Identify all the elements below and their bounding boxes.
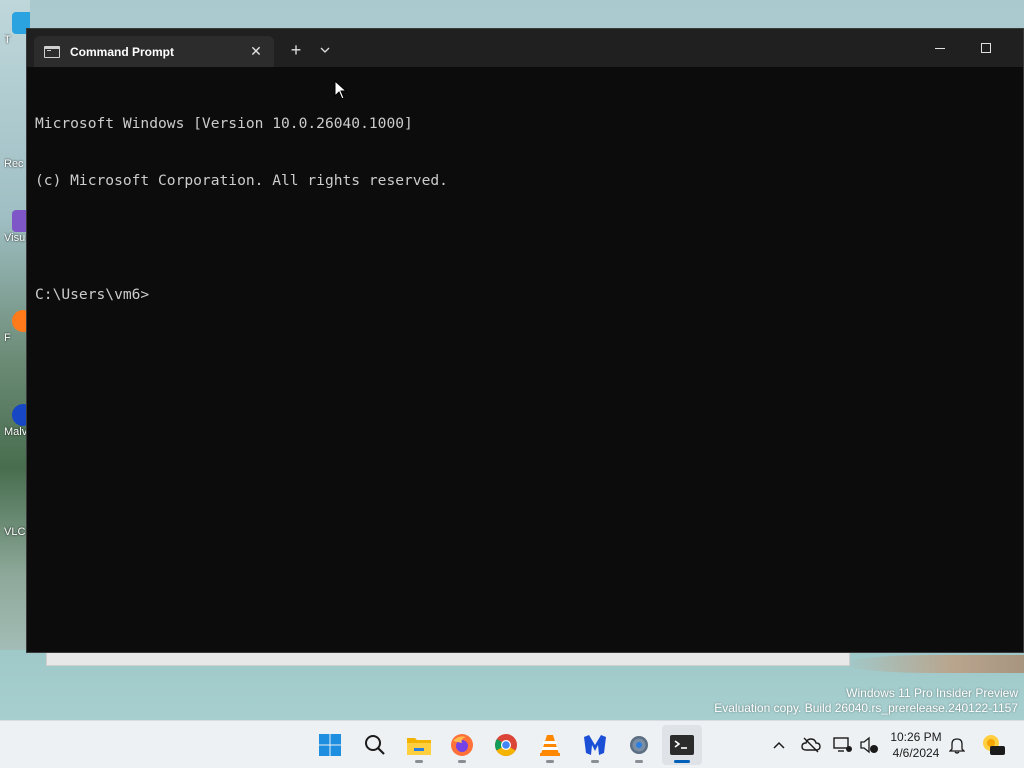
firefox-icon [451, 734, 473, 756]
notifications-button[interactable] [944, 725, 970, 765]
watermark-line: Evaluation copy. Build 26040.rs_prerelea… [714, 701, 1018, 715]
volume-button[interactable] [856, 725, 882, 765]
console-line: Microsoft Windows [Version 10.0.26040.10… [35, 115, 413, 132]
taskbar-file-explorer[interactable] [399, 725, 439, 765]
vlc-icon [540, 735, 560, 756]
chevron-up-icon [773, 741, 785, 749]
network-button[interactable] [830, 725, 856, 765]
terminal-icon [670, 735, 694, 755]
new-tab-button[interactable]: + [283, 37, 309, 63]
minimize-icon [935, 47, 945, 49]
clock-date: 4/6/2024 [892, 746, 940, 760]
close-tab-button[interactable]: ✕ [244, 40, 268, 64]
running-indicator [458, 760, 466, 763]
chrome-icon [495, 734, 517, 756]
chevron-down-icon [320, 47, 330, 53]
insider-badge[interactable] [978, 725, 1008, 765]
desktop-icon-label: Rec [4, 158, 24, 170]
onedrive-button[interactable] [798, 725, 824, 765]
malwarebytes-icon [584, 735, 606, 755]
search-button[interactable] [355, 725, 395, 765]
running-indicator [546, 760, 554, 763]
start-button[interactable] [310, 725, 350, 765]
title-bar[interactable]: Command Prompt ✕ + [27, 29, 1023, 67]
console-output[interactable]: Microsoft Windows [Version 10.0.26040.10… [35, 76, 1015, 342]
taskbar-chrome[interactable] [486, 725, 526, 765]
taskbar-firefox[interactable] [442, 725, 482, 765]
tab-title: Command Prompt [70, 44, 175, 59]
network-icon [833, 737, 852, 752]
speaker-muted-icon [860, 736, 878, 754]
insider-pre-icon [983, 735, 1005, 755]
file-explorer-icon [407, 738, 431, 755]
taskbar: 10:26 PM 4/6/2024 [0, 720, 1024, 768]
desktop-icon-label: Malv [4, 426, 28, 438]
desktop-background [844, 655, 1024, 673]
cloud-offline-icon [801, 737, 821, 753]
desktop-icon-label: F [4, 332, 11, 344]
running-indicator [591, 760, 599, 763]
show-hidden-icons-button[interactable] [766, 725, 792, 765]
taskbar-vlc[interactable] [530, 725, 570, 765]
bell-icon [949, 738, 965, 754]
mouse-pointer-icon [334, 80, 348, 100]
evaluation-watermark: Windows 11 Pro Insider Preview Evaluatio… [714, 686, 1018, 716]
desktop-icon-label: T [4, 34, 11, 46]
clock[interactable]: 10:26 PM 4/6/2024 [884, 729, 948, 761]
minimize-button[interactable] [917, 33, 963, 63]
maximize-button[interactable] [963, 33, 1009, 63]
command-prompt-icon [44, 45, 60, 58]
maximize-icon [981, 43, 991, 53]
taskbar-malwarebytes[interactable] [575, 725, 615, 765]
tab-command-prompt[interactable]: Command Prompt ✕ [34, 36, 274, 67]
terminal-window[interactable]: Command Prompt ✕ + Microsoft Windows [Ve… [26, 28, 1024, 653]
running-indicator [635, 760, 643, 763]
taskbar-terminal[interactable] [662, 725, 702, 765]
clock-time: 10:26 PM [890, 730, 942, 744]
running-indicator [415, 760, 423, 763]
settings-icon [630, 736, 648, 754]
console-line: (c) Microsoft Corporation. All rights re… [35, 172, 448, 189]
active-indicator [674, 760, 690, 763]
desktop-icon-label: Visu [4, 232, 26, 244]
windows-start-icon [319, 734, 341, 756]
desktop-icon-label: VLC [4, 526, 26, 538]
search-icon [365, 735, 385, 755]
tab-dropdown-button[interactable] [312, 37, 338, 63]
console-prompt: C:\Users\vm6> [35, 286, 150, 303]
watermark-line: Windows 11 Pro Insider Preview [846, 686, 1018, 700]
taskbar-settings[interactable] [619, 725, 659, 765]
